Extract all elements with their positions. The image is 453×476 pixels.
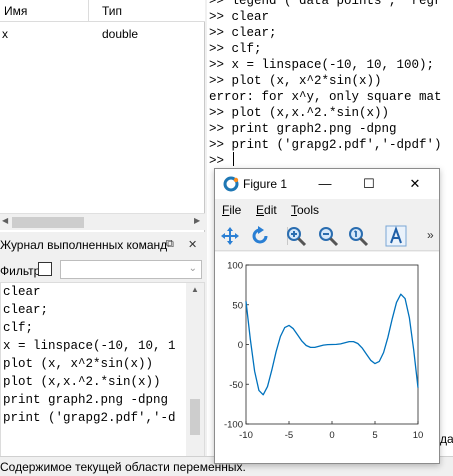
command-line: >> clear	[209, 10, 270, 24]
toolbar-overflow-icon[interactable]: »	[427, 228, 434, 242]
zoom-in-icon[interactable]	[285, 225, 307, 247]
rotate-icon[interactable]	[249, 225, 271, 247]
figure-titlebar[interactable]: Figure 1 — ☐ ✕	[215, 169, 439, 199]
text-cursor	[233, 152, 234, 166]
partial-text: дан	[440, 432, 453, 446]
column-header-name[interactable]: Имя	[4, 4, 27, 18]
column-header-type[interactable]: Тип	[102, 4, 122, 18]
command-line: >> print ('grapg2.pdf','-dpdf')	[209, 138, 442, 152]
x-tick-label: 10	[413, 430, 424, 441]
undock-icon[interactable]: ⧉	[166, 238, 174, 251]
command-history-panel: Журнал выполненных команд ⧉ ✕ Фильтр ⌄ c…	[0, 236, 205, 476]
scroll-left-arrow-icon[interactable]: ◀	[2, 216, 8, 225]
command-line: >> plot (x, x^2*sin(x))	[209, 74, 382, 88]
history-item[interactable]: clear;	[3, 303, 48, 317]
history-vertical-scrollbar[interactable]: ▲	[186, 283, 204, 466]
close-button[interactable]: ✕	[403, 174, 427, 194]
figure-window[interactable]: Figure 1 — ☐ ✕ File Edit Tools » -100 -5…	[214, 168, 440, 464]
menu-edit[interactable]: Edit	[256, 203, 277, 217]
history-item[interactable]: print graph2.png -dpng	[3, 393, 168, 407]
scrollbar-thumb[interactable]	[190, 399, 200, 435]
history-item[interactable]: clear	[3, 285, 41, 299]
menu-file[interactable]: File	[222, 203, 241, 217]
octave-logo-icon	[223, 176, 239, 192]
x-tick-label: 0	[329, 430, 334, 441]
command-line: >> plot (x,x.^2.*sin(x))	[209, 106, 390, 120]
zoom-reset-icon[interactable]	[347, 225, 369, 247]
text-annotation-icon[interactable]	[385, 225, 407, 247]
y-tick-label: 0	[238, 340, 243, 351]
history-item[interactable]: clf;	[3, 321, 33, 335]
status-text: Содержимое текущей области переменных.	[0, 460, 246, 474]
maximize-button[interactable]: ☐	[357, 174, 381, 194]
figure-canvas[interactable]: -100 -50 0 50 100 -10 -5 0 5 10	[215, 252, 439, 463]
command-line: >> clf;	[209, 42, 262, 56]
plot-area[interactable]: -100-50050100-10 -5 0 5 10	[215, 252, 439, 463]
filter-combobox[interactable]: ⌄	[60, 260, 202, 279]
variables-panel: Имя Тип x double ◀ ▶	[0, 0, 205, 232]
filter-label: Фильтр	[0, 264, 41, 278]
variable-type-cell[interactable]: double	[102, 27, 138, 41]
command-line: >> clear;	[209, 26, 277, 40]
scroll-right-arrow-icon[interactable]: ▶	[194, 216, 200, 225]
history-list[interactable]: clear clear; clf; x = linspace(-10, 10, …	[0, 282, 205, 467]
figure-toolbar: »	[215, 221, 439, 251]
y-tick-label: -100	[224, 420, 243, 431]
figure-menubar: File Edit Tools	[215, 199, 439, 221]
menu-tools[interactable]: Tools	[291, 203, 319, 217]
zoom-out-icon[interactable]	[317, 225, 339, 247]
scroll-up-arrow-icon[interactable]: ▲	[191, 285, 199, 294]
error-line: error: for x^y, only square mat	[209, 90, 442, 104]
history-item[interactable]: print ('grapg2.pdf','-d	[3, 411, 176, 425]
column-divider[interactable]	[88, 0, 89, 22]
variables-horizontal-scrollbar[interactable]: ◀ ▶	[0, 213, 205, 230]
y-tick-label: -50	[229, 380, 243, 391]
chevron-down-icon[interactable]: ⌄	[189, 263, 197, 274]
y-tick-label: 50	[232, 300, 243, 311]
scrollbar-thumb[interactable]	[12, 217, 84, 228]
history-item[interactable]: plot (x,x.^2.*sin(x))	[3, 375, 161, 389]
pan-icon[interactable]	[219, 225, 241, 247]
command-line: >> legend ('data points', 'regr	[209, 0, 442, 8]
command-prompt[interactable]: >>	[209, 154, 224, 168]
minimize-button[interactable]: —	[313, 174, 337, 194]
command-line: >> x = linspace(-10, 10, 100);	[209, 58, 435, 72]
close-icon[interactable]: ✕	[188, 238, 197, 251]
panel-title: Журнал выполненных команд	[0, 238, 168, 252]
variable-name-cell[interactable]: x	[2, 27, 8, 41]
x-tick-label: -10	[239, 430, 253, 441]
x-tick-label: -5	[285, 430, 293, 441]
history-item[interactable]: x = linspace(-10, 10, 1	[3, 339, 176, 353]
y-tick-label: 100	[227, 261, 243, 272]
figure-title: Figure 1	[243, 177, 288, 191]
filter-checkbox[interactable]	[38, 262, 52, 276]
variables-table-header: Имя Тип	[0, 0, 205, 22]
x-tick-label: 5	[372, 430, 377, 441]
history-item[interactable]: plot (x, x^2*sin(x))	[3, 357, 153, 371]
command-line: >> print graph2.png -dpng	[209, 122, 397, 136]
